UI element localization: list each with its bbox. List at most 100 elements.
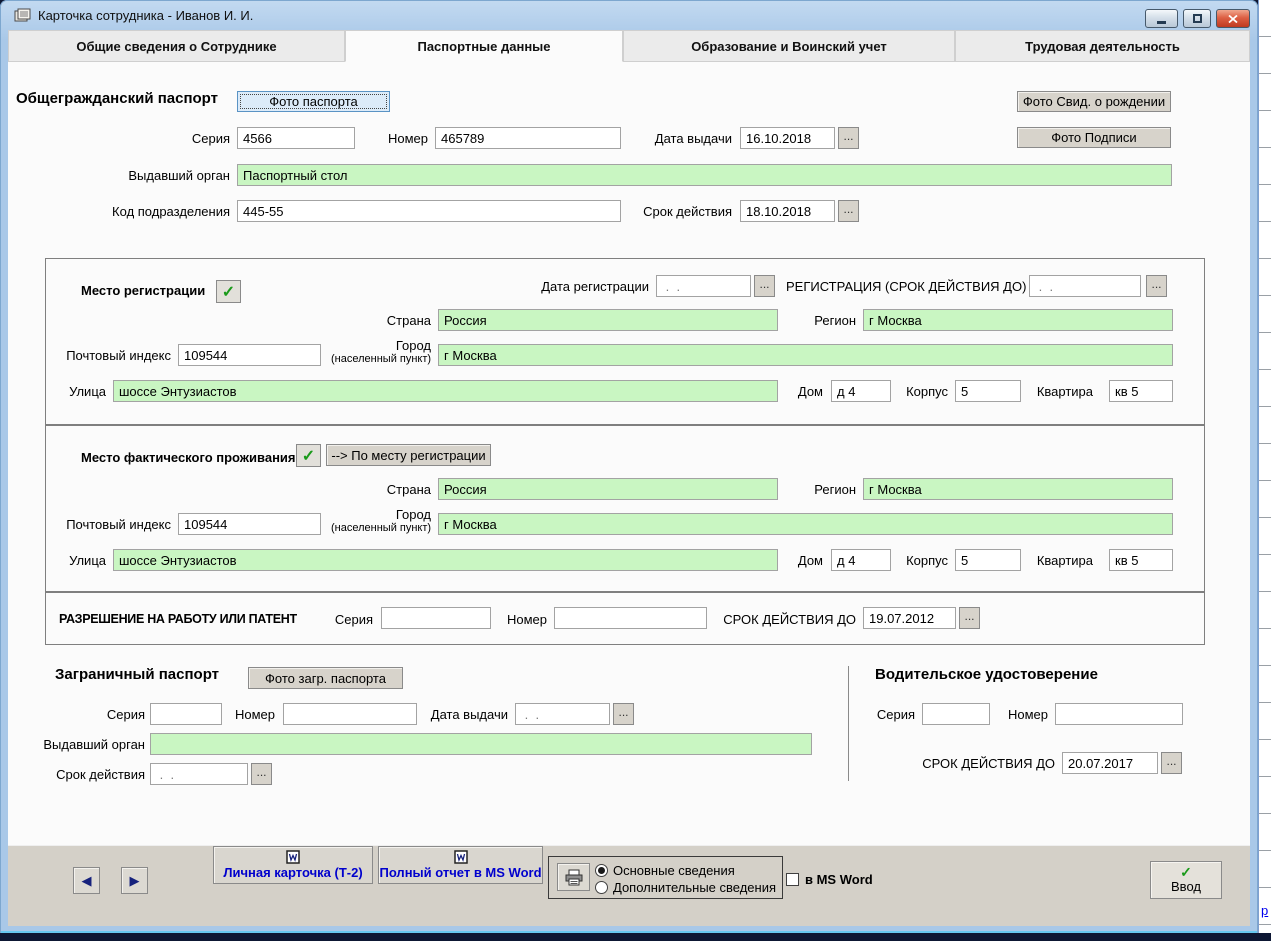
reg-country-input[interactable] — [438, 309, 778, 331]
authority-input[interactable] — [237, 164, 1172, 186]
fp-validity-input[interactable] — [150, 763, 248, 785]
fp-authority-label: Выдавший орган — [35, 737, 145, 752]
registration-check-button[interactable]: ✓ — [216, 280, 241, 303]
personal-card-t2-button[interactable]: Личная карточка (Т-2) — [213, 846, 373, 884]
issue-date-picker-button[interactable]: ... — [838, 127, 859, 149]
previous-record-button[interactable]: ◀ — [73, 867, 100, 894]
res-house-input[interactable] — [831, 549, 891, 571]
radio-main-info-circle[interactable] — [595, 864, 608, 877]
reg-postal-label: Почтовый индекс — [61, 348, 171, 363]
birth-certificate-photo-button[interactable]: Фото Свид. о рождении — [1017, 91, 1171, 112]
res-apartment-input[interactable] — [1109, 549, 1173, 571]
fp-series-input[interactable] — [150, 703, 222, 725]
fp-issue-date-picker-button[interactable]: ... — [613, 703, 634, 725]
dl-valid-until-picker-button[interactable]: ... — [1161, 752, 1182, 774]
validity-input[interactable] — [740, 200, 835, 222]
reg-street-input[interactable] — [113, 380, 778, 402]
reg-apartment-input[interactable] — [1109, 380, 1173, 402]
reg-region-input[interactable] — [863, 309, 1173, 331]
residence-check-button[interactable]: ✓ — [296, 444, 321, 467]
fp-issue-date-label: Дата выдачи — [418, 707, 508, 722]
screen: р Карточка сотрудника - Иванов И. И. Общ… — [0, 0, 1271, 941]
radio-main-info[interactable]: Основные сведения — [595, 863, 735, 878]
full-report-ms-word-button[interactable]: Полный отчет в MS Word — [378, 846, 543, 884]
res-region-input[interactable] — [863, 478, 1173, 500]
dl-valid-until-label: СРОК ДЕЙСТВИЯ ДО — [905, 756, 1055, 771]
number-input[interactable] — [435, 127, 621, 149]
registration-date-picker-button[interactable]: ... — [754, 275, 775, 297]
registration-title: Место регистрации — [81, 283, 205, 298]
signature-photo-button[interactable]: Фото Подписи — [1017, 127, 1171, 148]
fp-validity-label: Срок действия — [45, 767, 145, 782]
res-country-input[interactable] — [438, 478, 778, 500]
passport-form: Общегражданский паспорт Фото паспорта Фо… — [8, 62, 1250, 845]
reg-house-label: Дом — [783, 384, 823, 399]
tab-education-military[interactable]: Образование и Воинский учет — [623, 30, 955, 62]
fp-number-input[interactable] — [283, 703, 417, 725]
ms-word-checkbox[interactable] — [786, 873, 799, 886]
res-postal-input[interactable] — [178, 513, 321, 535]
maximize-button[interactable] — [1183, 9, 1211, 28]
reg-city-label-sub: (населенный пункт) — [331, 353, 431, 365]
issue-date-input[interactable] — [740, 127, 835, 149]
reg-city-label: Город (населенный пункт) — [331, 338, 431, 365]
work-permit-groupbox: РАЗРЕШЕНИЕ НА РАБОТУ ИЛИ ПАТЕНТ Серия Но… — [45, 592, 1205, 645]
print-button[interactable] — [557, 863, 590, 891]
reg-building-input[interactable] — [955, 380, 1021, 402]
window-title: Карточка сотрудника - Иванов И. И. — [38, 8, 253, 23]
validity-date-picker-button[interactable]: ... — [838, 200, 859, 222]
foreign-passport-photo-button[interactable]: Фото загр. паспорта — [248, 667, 403, 689]
window-content: Общие сведения о Сотруднике Паспортные д… — [8, 30, 1250, 925]
fp-issue-date-input[interactable] — [515, 703, 610, 725]
next-record-button[interactable]: ▶ — [121, 867, 148, 894]
fp-validity-picker-button[interactable]: ... — [251, 763, 272, 785]
radio-additional-info[interactable]: Дополнительные сведения — [595, 880, 776, 895]
dl-number-input[interactable] — [1055, 703, 1183, 725]
reg-city-input[interactable] — [438, 344, 1173, 366]
reg-building-label: Корпус — [888, 384, 948, 399]
wp-valid-until-picker-button[interactable]: ... — [959, 607, 980, 629]
section-divider — [848, 666, 849, 781]
res-city-input[interactable] — [438, 513, 1173, 535]
dl-number-label: Номер — [988, 707, 1048, 722]
title-bar[interactable]: Карточка сотрудника - Иванов И. И. — [0, 0, 1258, 30]
wp-valid-until-input[interactable] — [863, 607, 956, 629]
registration-valid-until-picker-button[interactable]: ... — [1146, 275, 1167, 297]
res-city-label: Город (населенный пункт) — [331, 507, 431, 534]
enter-button[interactable]: ✓ Ввод — [1150, 861, 1222, 899]
passport-photo-button[interactable]: Фото паспорта — [237, 91, 390, 112]
wp-number-input[interactable] — [554, 607, 707, 629]
dl-valid-until-input[interactable] — [1062, 752, 1158, 774]
res-building-label: Корпус — [888, 553, 948, 568]
wp-series-input[interactable] — [381, 607, 491, 629]
foreign-passport-title: Заграничный паспорт — [55, 666, 219, 683]
division-code-input[interactable] — [237, 200, 621, 222]
res-street-input[interactable] — [113, 549, 778, 571]
radio-additional-info-circle[interactable] — [595, 881, 608, 894]
print-options-group: Основные сведения Дополнительные сведени… — [548, 856, 783, 899]
wp-number-label: Номер — [491, 612, 547, 627]
minimize-icon — [1157, 21, 1166, 24]
personal-card-t2-label: Личная карточка (Т-2) — [223, 865, 362, 880]
word-doc-icon — [454, 850, 468, 864]
reg-house-input[interactable] — [831, 380, 891, 402]
dl-series-input[interactable] — [922, 703, 990, 725]
copy-from-registration-button[interactable]: --> По месту регистрации — [326, 444, 491, 466]
registration-valid-until-input[interactable] — [1029, 275, 1141, 297]
fp-authority-input[interactable] — [150, 733, 812, 755]
minimize-button[interactable] — [1145, 9, 1178, 28]
tab-work-activity[interactable]: Трудовая деятельность — [955, 30, 1250, 62]
res-building-input[interactable] — [955, 549, 1021, 571]
radio-main-info-label: Основные сведения — [613, 863, 735, 878]
registration-valid-until-label: РЕГИСТРАЦИЯ (СРОК ДЕЙСТВИЯ ДО) — [786, 279, 1023, 294]
tab-general-info[interactable]: Общие сведения о Сотруднике — [8, 30, 345, 62]
wp-series-label: Серия — [316, 612, 373, 627]
number-label: Номер — [338, 131, 428, 146]
close-icon — [1228, 15, 1238, 23]
tab-bar: Общие сведения о Сотруднике Паспортные д… — [8, 30, 1250, 62]
reg-postal-input[interactable] — [178, 344, 321, 366]
res-country-label: Страна — [371, 482, 431, 497]
registration-date-input[interactable] — [656, 275, 751, 297]
close-button[interactable] — [1216, 9, 1250, 28]
tab-passport-data[interactable]: Паспортные данные — [345, 30, 623, 62]
